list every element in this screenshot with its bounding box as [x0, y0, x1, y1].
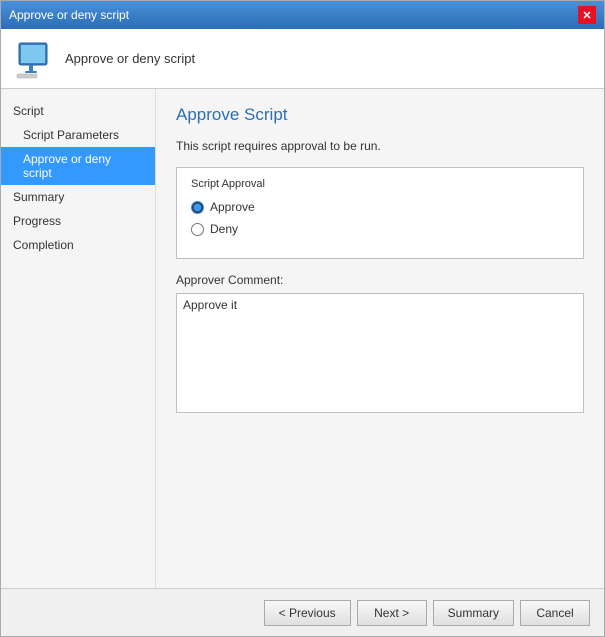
title-bar-controls: ✕: [578, 6, 596, 24]
description-text: This script requires approval to be run.: [176, 139, 584, 153]
cancel-button[interactable]: Cancel: [520, 600, 590, 626]
sidebar-item-script-parameters[interactable]: Script Parameters: [1, 123, 155, 147]
script-approval-group: Script Approval Approve Deny: [176, 167, 584, 259]
sidebar-item-script[interactable]: Script: [1, 99, 155, 123]
content-area: Script Script Parameters Approve or deny…: [1, 89, 604, 588]
sidebar: Script Script Parameters Approve or deny…: [1, 89, 156, 588]
sidebar-item-summary[interactable]: Summary: [1, 185, 155, 209]
sidebar-item-completion-label: Completion: [13, 238, 74, 252]
sidebar-item-script-label: Script: [13, 104, 44, 118]
sidebar-item-completion: Completion: [1, 233, 155, 257]
page-title: Approve Script: [176, 105, 584, 125]
sidebar-item-progress-label: Progress: [13, 214, 61, 228]
computer-icon: [15, 39, 55, 79]
sidebar-item-approve-deny-label: Approve or deny script: [23, 152, 111, 180]
radio-deny-input[interactable]: [191, 223, 204, 236]
next-button[interactable]: Next >: [357, 600, 427, 626]
header-text: Approve or deny script: [65, 51, 195, 66]
sidebar-item-script-parameters-label: Script Parameters: [23, 128, 119, 142]
footer-area: < Previous Next > Summary Cancel: [1, 588, 604, 636]
radio-deny-label: Deny: [210, 222, 238, 236]
sidebar-item-progress: Progress: [1, 209, 155, 233]
main-content-area: Approve Script This script requires appr…: [156, 89, 604, 588]
radio-approve-input[interactable]: [191, 201, 204, 214]
radio-deny-option[interactable]: Deny: [191, 222, 569, 236]
title-bar: Approve or deny script ✕: [1, 1, 604, 29]
sidebar-item-approve-deny[interactable]: Approve or deny script: [1, 147, 155, 185]
previous-button[interactable]: < Previous: [264, 600, 351, 626]
approver-comment-input[interactable]: Approve it: [176, 293, 584, 413]
summary-button[interactable]: Summary: [433, 600, 514, 626]
header-area: Approve or deny script: [1, 29, 604, 89]
sidebar-item-summary-label: Summary: [13, 190, 64, 204]
radio-approve-label: Approve: [210, 200, 255, 214]
group-box-legend: Script Approval: [191, 178, 569, 190]
window-title: Approve or deny script: [9, 8, 129, 22]
close-button[interactable]: ✕: [578, 6, 596, 24]
radio-approve-option[interactable]: Approve: [191, 200, 569, 214]
main-window: Approve or deny script ✕ Approve or deny…: [0, 0, 605, 637]
comment-label: Approver Comment:: [176, 273, 584, 287]
